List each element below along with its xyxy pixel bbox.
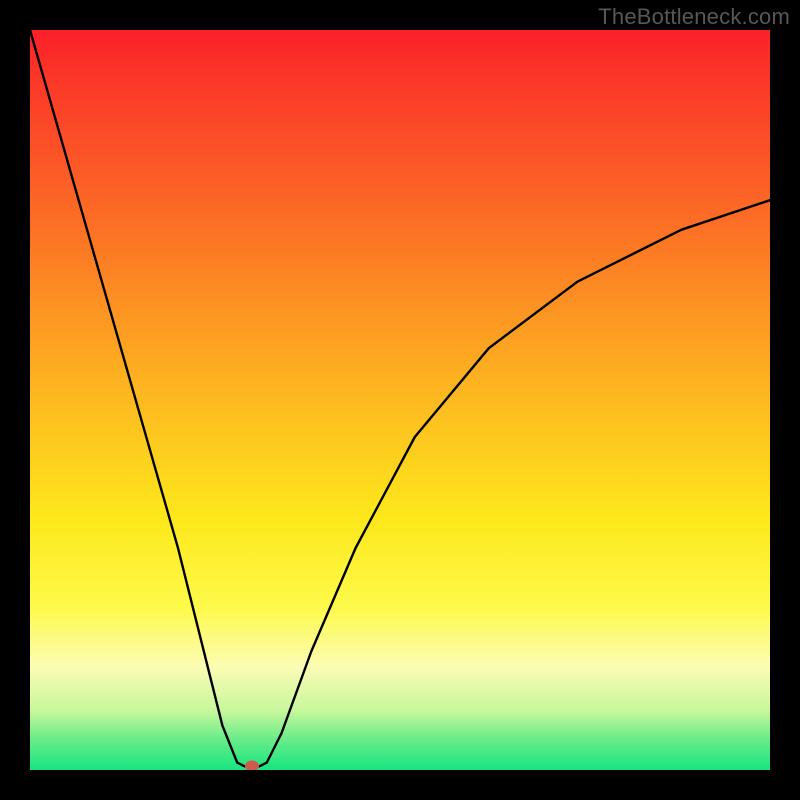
- watermark-text: TheBottleneck.com: [598, 4, 790, 30]
- plot-area: [30, 30, 770, 770]
- optimal-point-marker: [245, 761, 259, 770]
- chart-frame: TheBottleneck.com: [0, 0, 800, 800]
- bottleneck-curve: [30, 30, 770, 770]
